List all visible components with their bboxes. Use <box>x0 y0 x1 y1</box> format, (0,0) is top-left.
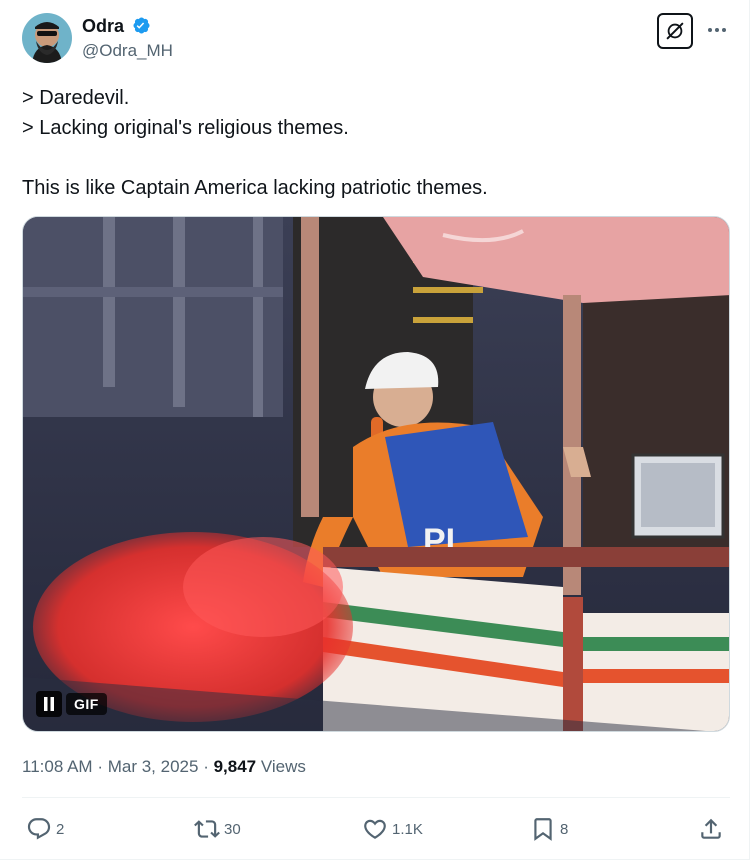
bookmark-icon <box>534 818 552 841</box>
meta-separator: · <box>203 757 209 776</box>
like-button[interactable]: 1.1K <box>362 815 423 843</box>
author-display-name[interactable]: Odra <box>82 15 124 37</box>
tweet-timestamp-link[interactable]: 11:08 AM · Mar 3, 2025 <box>22 757 198 776</box>
tweet-text-line: > Daredevil. <box>22 87 130 109</box>
repost-count: 30 <box>224 820 241 838</box>
gif-badge: GIF <box>66 693 107 715</box>
author-handle[interactable]: @Odra_MH <box>82 40 173 62</box>
reply-icon <box>27 818 51 840</box>
grok-icon <box>666 22 684 40</box>
more-icon <box>708 28 726 32</box>
verified-badge-icon <box>131 15 152 36</box>
gif-controls: GIF <box>36 691 107 717</box>
more-options-button[interactable] <box>704 20 730 40</box>
reply-count: 2 <box>56 820 65 838</box>
divider <box>22 797 730 798</box>
share-button[interactable] <box>698 815 724 843</box>
heart-icon <box>364 819 386 839</box>
tweet-text: > Daredevil. > Lacking original's religi… <box>22 83 722 203</box>
gif-frame-image: PL <box>23 217 729 731</box>
bookmark-button[interactable]: 8 <box>530 815 568 843</box>
meta-separator: · <box>97 757 103 776</box>
tweet-time: 11:08 AM <box>22 757 93 776</box>
bookmark-count: 8 <box>560 820 569 838</box>
pause-button[interactable] <box>36 691 62 717</box>
tweet-date: Mar 3, 2025 <box>107 757 199 776</box>
repost-icon <box>194 820 220 838</box>
tweet-text-line: > Lacking original's religious themes. <box>22 117 349 139</box>
gif-media[interactable]: PL GIF <box>22 216 730 732</box>
tweet-text-line: This is like Captain America lacking pat… <box>22 177 488 199</box>
reply-button[interactable]: 2 <box>26 815 64 843</box>
tweet-text-line <box>22 143 722 173</box>
share-icon <box>701 818 721 839</box>
pause-icon <box>44 697 54 711</box>
tweet-card: Odra @Odra_MH > Daredevil. > Lacking ori… <box>0 0 750 860</box>
tweet-meta: 11:08 AM · Mar 3, 2025 · 9,847 Views <box>22 755 306 779</box>
views-label: Views <box>260 757 306 776</box>
avatar[interactable] <box>22 13 72 63</box>
repost-button[interactable]: 30 <box>194 815 241 843</box>
views-count: 9,847 <box>213 757 257 776</box>
like-count: 1.1K <box>392 820 423 838</box>
grok-button[interactable] <box>657 13 693 49</box>
